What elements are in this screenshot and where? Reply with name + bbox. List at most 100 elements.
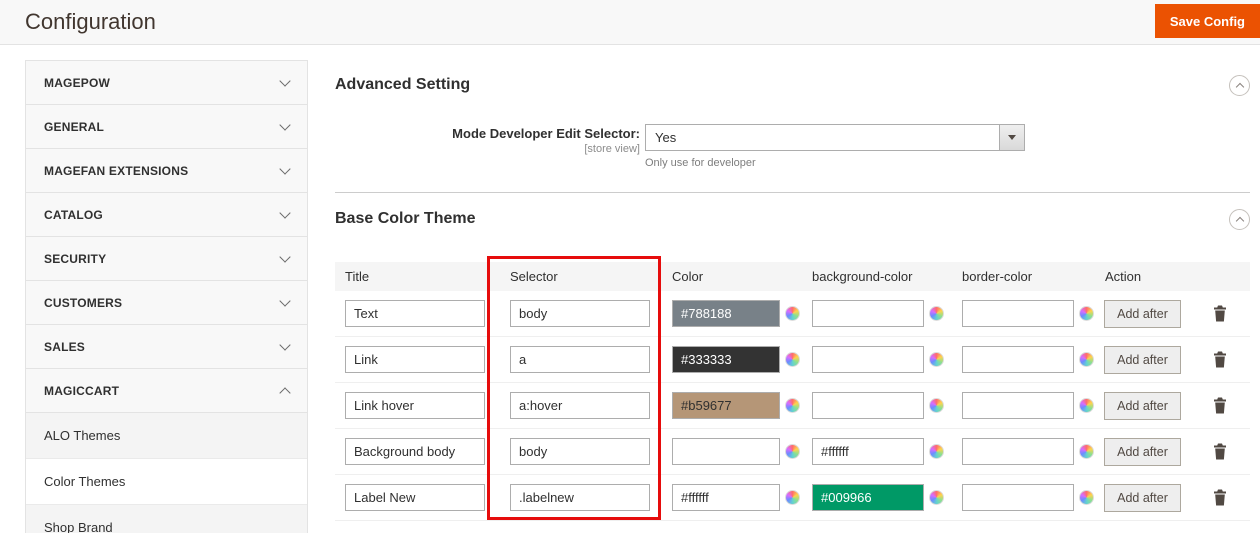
sidebar-item-shop-brand[interactable]: Shop Brand [26,505,307,533]
color-picker-icon[interactable] [785,444,800,459]
color-picker-icon[interactable] [929,490,944,505]
background-color-cell [802,300,952,327]
chevron-down-icon [279,119,290,130]
table-row: Add after [335,337,1250,383]
border-color-cell [952,300,1095,327]
sidebar-section-sales[interactable]: SALES [26,325,307,369]
color-input[interactable] [672,346,780,373]
background-color-input[interactable] [812,346,924,373]
title-input[interactable] [345,484,485,511]
add-after-button[interactable]: Add after [1104,300,1181,328]
title-input[interactable] [345,438,485,465]
trash-icon[interactable] [1213,397,1227,414]
color-picker-icon[interactable] [929,306,944,321]
background-color-input[interactable] [812,300,924,327]
field-label: Mode Developer Edit Selector: [335,126,640,141]
color-picker-icon[interactable] [785,306,800,321]
color-picker-icon[interactable] [929,444,944,459]
color-input[interactable] [672,300,780,327]
base-color-theme-section-header: Base Color Theme [335,208,1250,230]
color-input[interactable] [672,392,780,419]
delete-cell [1190,351,1250,368]
column-header-selector: Selector [500,269,662,284]
background-color-input[interactable] [812,392,924,419]
select-arrow-button[interactable] [999,125,1024,150]
border-color-input[interactable] [962,438,1074,465]
color-picker-icon[interactable] [929,398,944,413]
advanced-setting-section-header: Advanced Setting [335,74,1250,96]
color-cell [662,392,802,419]
sidebar-item-alo-themes[interactable]: ALO Themes [26,413,307,459]
color-input[interactable] [672,484,780,511]
sidebar-section-magiccart[interactable]: MAGICCART [26,369,307,413]
selector-input[interactable] [510,346,650,373]
selector-cell [500,438,662,465]
add-after-button[interactable]: Add after [1104,392,1181,420]
table-row: Add after [335,291,1250,337]
table-header-row: Title Selector Color background-color bo… [335,262,1250,291]
border-color-cell [952,438,1095,465]
sidebar-section-label: SALES [44,340,85,354]
background-color-input[interactable] [812,438,924,465]
trash-icon[interactable] [1213,489,1227,506]
border-color-input[interactable] [962,392,1074,419]
trash-icon[interactable] [1213,443,1227,460]
selector-cell [500,484,662,511]
background-color-cell [802,392,952,419]
selector-input[interactable] [510,438,650,465]
sidebar-section-catalog[interactable]: CATALOG [26,193,307,237]
color-cell [662,300,802,327]
color-picker-icon[interactable] [785,352,800,367]
color-cell [662,484,802,511]
save-config-button[interactable]: Save Config [1155,4,1260,38]
color-picker-icon[interactable] [1079,352,1094,367]
sidebar-section-label: SECURITY [44,252,106,266]
color-picker-icon[interactable] [1079,444,1094,459]
selector-input[interactable] [510,392,650,419]
sidebar-section-security[interactable]: SECURITY [26,237,307,281]
sidebar-section-label: GENERAL [44,120,104,134]
border-color-input[interactable] [962,484,1074,511]
title-cell [335,484,500,511]
title-input[interactable] [345,300,485,327]
main-content: Advanced Setting Mode Developer Edit Sel… [335,60,1250,533]
sidebar-item-label: Shop Brand [44,520,113,533]
color-picker-icon[interactable] [785,398,800,413]
border-color-input[interactable] [962,300,1074,327]
selector-input[interactable] [510,484,650,511]
chevron-up-icon [1235,217,1243,225]
color-picker-icon[interactable] [1079,398,1094,413]
title-input[interactable] [345,392,485,419]
mode-developer-select[interactable]: Yes [645,124,1025,151]
sidebar-section-customers[interactable]: CUSTOMERS [26,281,307,325]
collapse-icon[interactable] [1229,209,1250,230]
sidebar-section-general[interactable]: GENERAL [26,105,307,149]
color-input[interactable] [672,438,780,465]
column-header-border-color: border-color [952,269,1095,284]
border-color-input[interactable] [962,346,1074,373]
chevron-down-icon [279,163,290,174]
sidebar-section-magefan-extensions[interactable]: MAGEFAN EXTENSIONS [26,149,307,193]
color-picker-icon[interactable] [1079,490,1094,505]
trash-icon[interactable] [1213,351,1227,368]
add-after-button[interactable]: Add after [1104,346,1181,374]
border-color-cell [952,346,1095,373]
sidebar-section-magepow[interactable]: MAGEPOW [26,61,307,105]
action-cell: Add after [1095,346,1190,374]
add-after-button[interactable]: Add after [1104,438,1181,466]
color-picker-icon[interactable] [785,490,800,505]
color-picker-icon[interactable] [929,352,944,367]
trash-icon[interactable] [1213,305,1227,322]
title-input[interactable] [345,346,485,373]
background-color-input[interactable] [812,484,924,511]
selector-input[interactable] [510,300,650,327]
color-picker-icon[interactable] [1079,306,1094,321]
action-cell: Add after [1095,392,1190,420]
add-after-button[interactable]: Add after [1104,484,1181,512]
delete-cell [1190,489,1250,506]
collapse-icon[interactable] [1229,75,1250,96]
action-cell: Add after [1095,484,1190,512]
sidebar-item-color-themes[interactable]: Color Themes [26,459,307,505]
section-title: Advanced Setting [335,76,470,94]
background-color-cell [802,346,952,373]
